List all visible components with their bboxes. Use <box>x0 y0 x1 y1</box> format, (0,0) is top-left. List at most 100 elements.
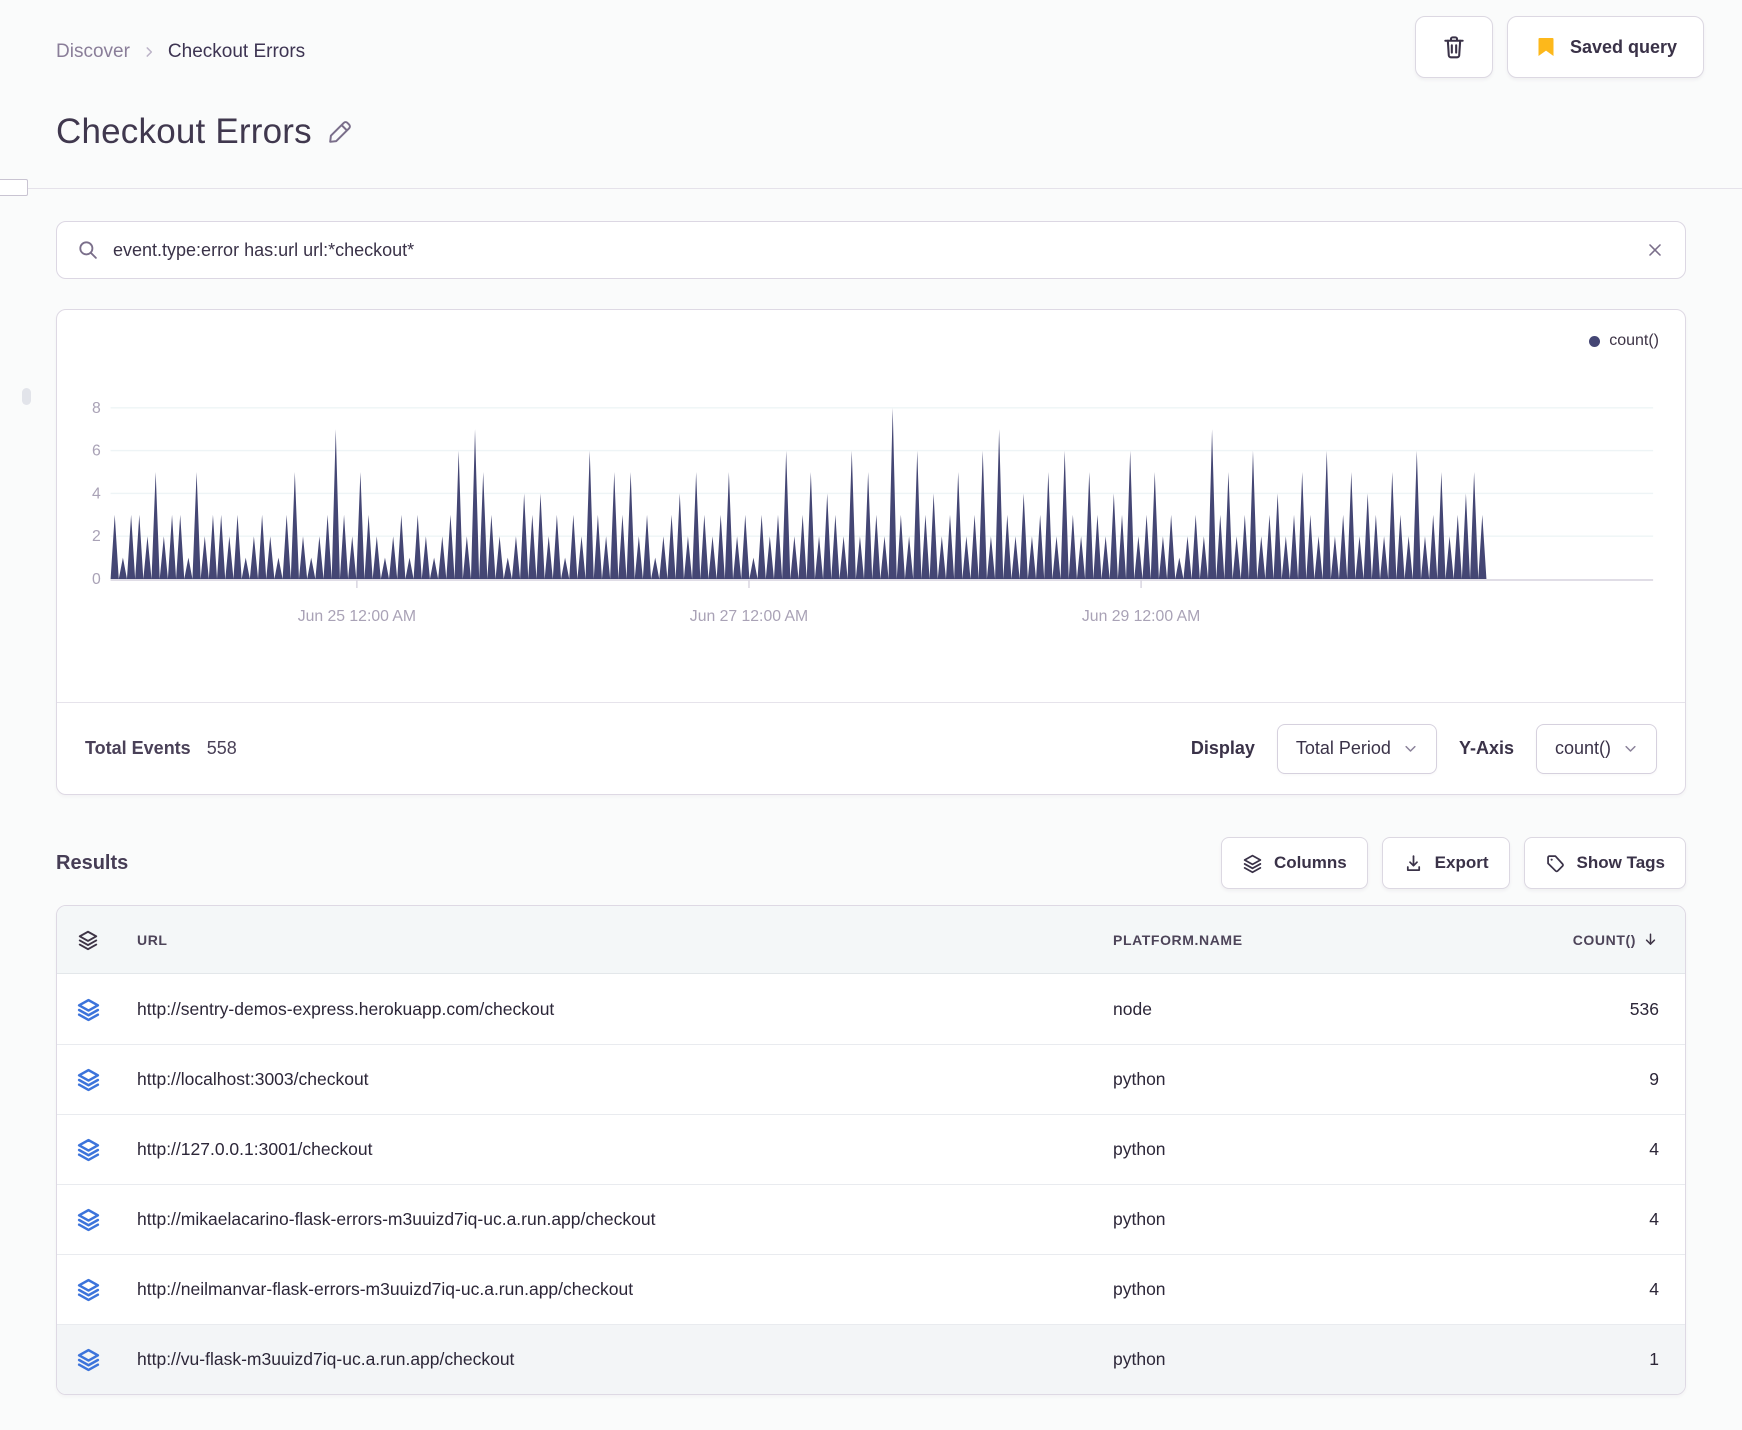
layers-icon[interactable] <box>57 929 119 951</box>
layers-icon[interactable] <box>57 1347 119 1372</box>
top-bar: Discover Checkout Errors Saved query <box>0 0 1742 78</box>
legend-dot-icon <box>1589 335 1601 347</box>
svg-text:Jun 29 12:00 AM: Jun 29 12:00 AM <box>1082 608 1200 625</box>
svg-text:Jun 25 12:00 AM: Jun 25 12:00 AM <box>298 608 416 625</box>
delete-query-button[interactable] <box>1414 16 1493 78</box>
row-count: 4 <box>1649 1139 1659 1159</box>
layers-icon <box>1242 853 1263 874</box>
scroll-indicator <box>22 388 31 405</box>
panel-edge-tab[interactable] <box>0 179 28 196</box>
total-events-value: 558 <box>206 738 237 758</box>
export-button-label: Export <box>1434 853 1489 872</box>
svg-text:2: 2 <box>92 528 101 545</box>
export-button[interactable]: Export <box>1381 837 1510 889</box>
row-url[interactable]: http://sentry-demos-express.herokuapp.co… <box>119 999 1113 1020</box>
row-platform: python <box>1113 1139 1166 1159</box>
row-url[interactable]: http://mikaelacarino-flask-errors-m3uuiz… <box>119 1209 1113 1230</box>
results-bar: Results Columns Export Show Tags <box>56 837 1686 889</box>
yaxis-label: Y-Axis <box>1458 738 1514 758</box>
search-icon <box>77 239 99 261</box>
columns-button-label: Columns <box>1273 853 1347 872</box>
table-row[interactable]: http://localhost:3003/checkout python 9 <box>57 1044 1685 1114</box>
row-count: 4 <box>1649 1209 1659 1229</box>
row-platform: node <box>1113 998 1152 1019</box>
yaxis-dropdown-value: count() <box>1554 738 1611 758</box>
svg-text:8: 8 <box>92 400 101 417</box>
total-events: Total Events 558 <box>85 738 237 759</box>
row-platform: python <box>1113 1279 1166 1299</box>
svg-text:6: 6 <box>92 443 101 460</box>
svg-text:Jun 27 12:00 AM: Jun 27 12:00 AM <box>690 608 808 625</box>
display-dropdown[interactable]: Total Period <box>1276 723 1437 774</box>
legend-label: count() <box>1609 332 1659 349</box>
row-count: 4 <box>1649 1279 1659 1299</box>
chart-legend[interactable]: count() <box>1589 332 1659 350</box>
row-url[interactable]: http://localhost:3003/checkout <box>119 1069 1113 1090</box>
table-row[interactable]: http://neilmanvar-flask-errors-m3uuizd7i… <box>57 1254 1685 1324</box>
total-events-label: Total Events <box>85 738 191 758</box>
arrow-down-icon <box>1642 931 1659 948</box>
table-row[interactable]: http://vu-flask-m3uuizd7iq-uc.a.run.app/… <box>57 1324 1685 1394</box>
search-bar <box>56 221 1686 279</box>
row-url[interactable]: http://127.0.0.1:3001/checkout <box>119 1139 1113 1160</box>
search-input[interactable] <box>113 239 1631 261</box>
row-count: 536 <box>1629 998 1659 1019</box>
table-body: http://sentry-demos-express.herokuapp.co… <box>57 974 1685 1394</box>
saved-query-button[interactable]: Saved query <box>1506 16 1704 78</box>
column-header-platform[interactable]: PLATFORM.NAME <box>1113 932 1473 948</box>
row-url[interactable]: http://vu-flask-m3uuizd7iq-uc.a.run.app/… <box>119 1349 1113 1370</box>
chart-controls: Display Total Period Y-Axis count() <box>1190 723 1657 774</box>
yaxis-dropdown[interactable]: count() <box>1535 723 1657 774</box>
display-label: Display <box>1190 738 1255 758</box>
events-area-chart[interactable]: 0 2 4 6 8 Jun 25 12:00 AM Jun 27 12:00 AM Jun 2… <box>81 346 1661 646</box>
row-platform: python <box>1113 1209 1166 1229</box>
show-tags-button-label: Show Tags <box>1576 853 1665 872</box>
results-actions: Columns Export Show Tags <box>1220 837 1686 889</box>
show-tags-button[interactable]: Show Tags <box>1523 837 1686 889</box>
svg-text:4: 4 <box>92 485 101 502</box>
layers-icon[interactable] <box>57 1277 119 1302</box>
main-content: count() 0 2 4 6 8 Jun 25 12:00 AM Jun 27 12:00… <box>0 221 1742 1395</box>
page-title: Checkout Errors <box>0 112 1742 152</box>
display-dropdown-value: Total Period <box>1295 738 1391 758</box>
layers-icon[interactable] <box>57 1207 119 1232</box>
breadcrumb-current: Checkout Errors <box>167 41 306 62</box>
table-row[interactable]: http://127.0.0.1:3001/checkout python 4 <box>57 1114 1685 1184</box>
bookmark-icon <box>1534 35 1558 59</box>
chevron-down-icon <box>1403 741 1418 756</box>
events-chart-panel: count() 0 2 4 6 8 Jun 25 12:00 AM Jun 27 12:00… <box>56 309 1686 795</box>
table-row[interactable]: http://mikaelacarino-flask-errors-m3uuiz… <box>57 1184 1685 1254</box>
results-table: URL PLATFORM.NAME COUNT() http://sentry-… <box>56 905 1686 1395</box>
row-count: 1 <box>1649 1349 1659 1369</box>
saved-query-label: Saved query <box>1569 36 1677 57</box>
chart-footer: Total Events 558 Display Total Period Y-… <box>57 702 1685 794</box>
breadcrumb: Discover Checkout Errors <box>56 41 305 63</box>
page-title-text: Checkout Errors <box>56 112 312 151</box>
tag-icon <box>1545 853 1566 874</box>
table-row[interactable]: http://sentry-demos-express.herokuapp.co… <box>57 974 1685 1044</box>
chart-plot-area: 0 2 4 6 8 Jun 25 12:00 AM Jun 27 12:00 AM Jun 2… <box>57 310 1685 702</box>
chevron-right-icon <box>142 45 156 59</box>
close-icon[interactable] <box>1645 240 1665 260</box>
columns-button[interactable]: Columns <box>1220 837 1368 889</box>
layers-icon[interactable] <box>57 1137 119 1162</box>
layers-icon[interactable] <box>57 997 119 1022</box>
column-header-count-label: COUNT() <box>1572 931 1636 948</box>
header-actions: Saved query <box>1414 16 1704 78</box>
column-header-count[interactable]: COUNT() <box>1473 931 1685 948</box>
download-icon <box>1403 853 1424 874</box>
row-url[interactable]: http://neilmanvar-flask-errors-m3uuizd7i… <box>119 1279 1113 1300</box>
svg-text:0: 0 <box>92 571 101 588</box>
row-platform: python <box>1113 1069 1166 1089</box>
edit-pencil-icon[interactable] <box>326 118 354 146</box>
chevron-down-icon <box>1623 741 1638 756</box>
column-header-url[interactable]: URL <box>119 932 1113 948</box>
row-count: 9 <box>1649 1069 1659 1089</box>
layers-icon[interactable] <box>57 1067 119 1092</box>
results-heading: Results <box>56 851 129 874</box>
table-header-row: URL PLATFORM.NAME COUNT() <box>57 906 1685 974</box>
header-divider <box>0 179 1742 196</box>
breadcrumb-discover[interactable]: Discover <box>56 41 130 63</box>
row-platform: python <box>1113 1349 1166 1369</box>
trash-icon <box>1441 34 1467 60</box>
